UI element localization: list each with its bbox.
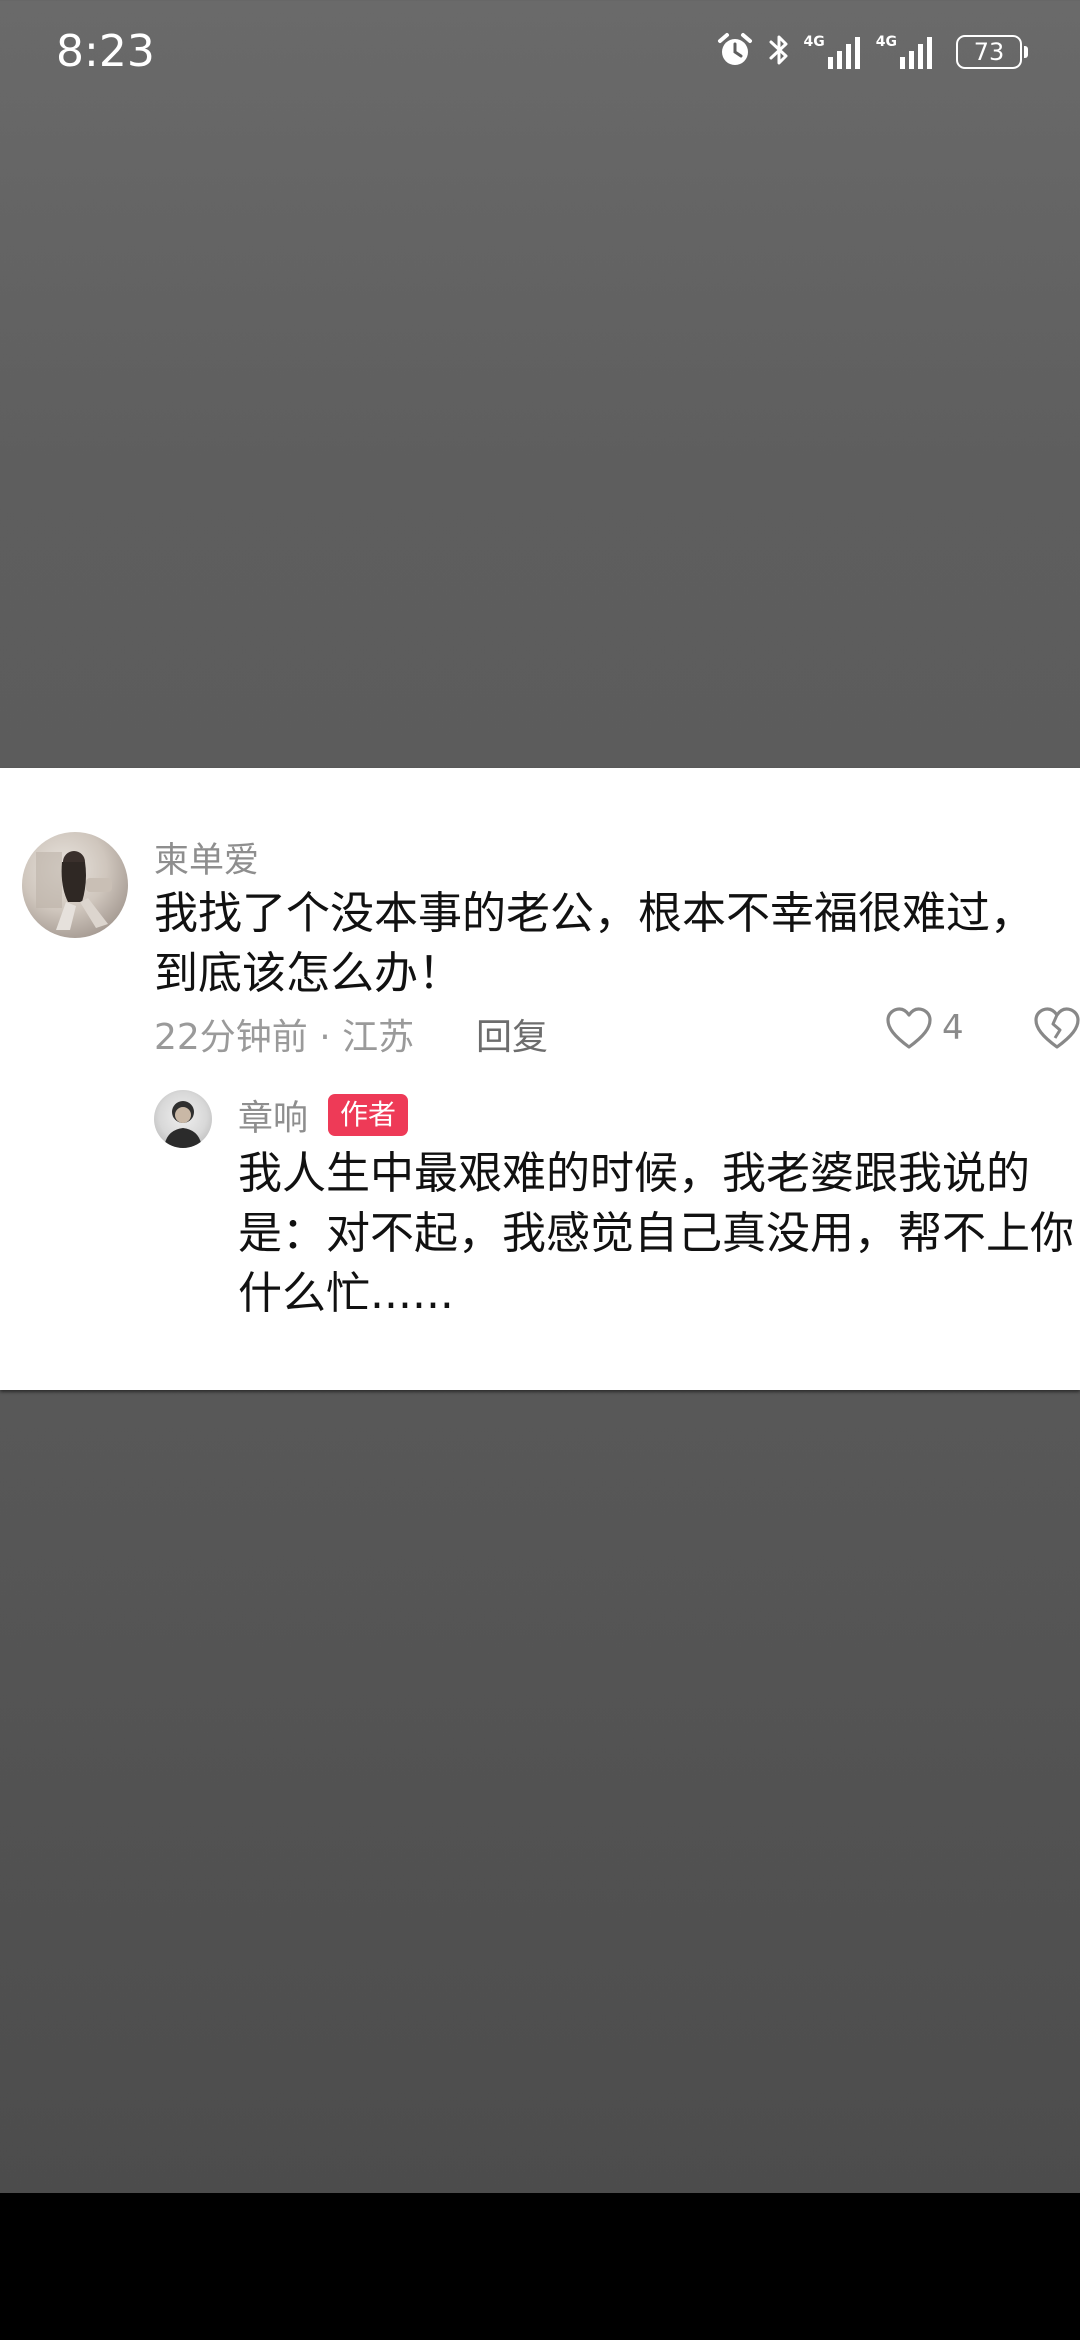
network-type-1: 4G <box>803 34 825 50</box>
comment-card: 柬单爱 我找了个没本事的老公，根本不幸福很难过，到底该怎么办！ 22分钟前 · … <box>0 768 1080 1390</box>
battery-level: 73 <box>973 38 1005 66</box>
like-count: 4 <box>942 1008 964 1048</box>
network-type-2: 4G <box>875 34 897 50</box>
comment-text: 我找了个没本事的老公，根本不幸福很难过，到底该怎么办！ <box>154 888 1034 999</box>
broken-heart-icon[interactable] <box>1032 1004 1080 1054</box>
reply-avatar[interactable] <box>154 1090 212 1148</box>
status-icons: 4G 4G 73 <box>716 28 1028 76</box>
navigation-bar <box>0 2193 1080 2340</box>
status-bar: 8:23 4G 4G 73 <box>0 0 1080 110</box>
bluetooth-icon <box>766 32 792 72</box>
comment-meta: 22分钟前 · 江苏 <box>154 1017 415 1058</box>
reply-text: 我人生中最艰难的时候，我老婆跟我说的是：对不起，我感觉自己真没用，帮不上你什么忙… <box>238 1148 1074 1319</box>
status-time: 8:23 <box>56 26 155 77</box>
author-badge: 作者 <box>328 1094 409 1136</box>
avatar[interactable] <box>22 832 128 938</box>
signal-icon-1: 4G <box>804 35 864 69</box>
alarm-icon <box>716 31 754 73</box>
comment-username[interactable]: 柬单爱 <box>154 832 259 883</box>
reply-username[interactable]: 章响 <box>238 1090 308 1141</box>
heart-icon[interactable] <box>884 1004 934 1054</box>
reply-button[interactable]: 回复 <box>476 1008 548 1060</box>
battery-indicator: 73 <box>956 35 1028 69</box>
signal-icon-2: 4G <box>876 35 936 69</box>
